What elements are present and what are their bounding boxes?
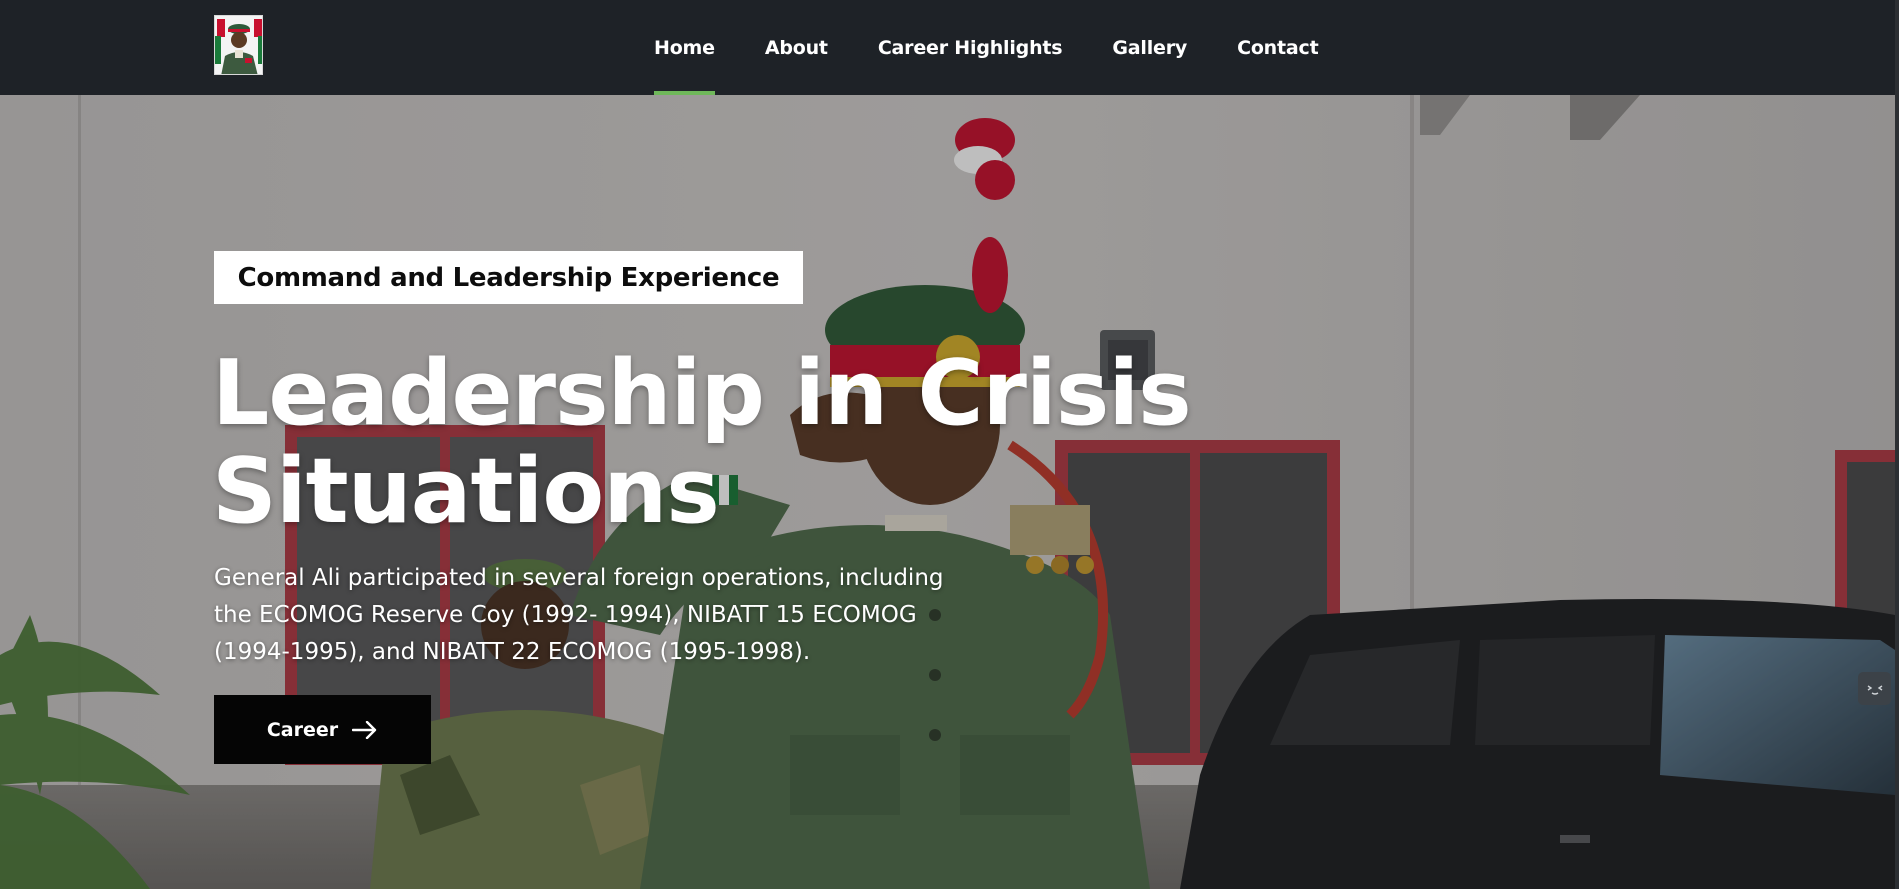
hero-tagline-box: Command and Leadership Experience [214,251,803,304]
chat-widget-icon[interactable] [1858,672,1891,705]
nav-about[interactable]: About [765,0,828,95]
top-navbar: Home About Career Highlights Gallery Con… [0,0,1899,95]
arrow-right-icon [352,720,377,739]
site-logo[interactable] [214,15,263,75]
career-button-label: Career [266,718,339,741]
nav-gallery[interactable]: Gallery [1112,0,1187,95]
scrollbar[interactable] [1895,0,1899,889]
nav-home[interactable]: Home [654,0,715,95]
hero-title: Leadership in Crisis Situations [212,345,1312,541]
nav-career-highlights[interactable]: Career Highlights [878,0,1063,95]
general-portrait-icon [215,16,262,74]
hero-title-line-2: Situations [212,439,720,544]
chat-face-icon [1867,684,1882,695]
main-nav: Home About Career Highlights Gallery Con… [654,0,1319,95]
hero-title-line-1: Leadership in Crisis [212,341,1192,446]
hero-description: General Ali participated in several fore… [214,565,944,665]
nav-contact[interactable]: Contact [1237,0,1319,95]
hero-section: Command and Leadership Experience Leader… [0,95,1895,889]
hero-tagline: Command and Leadership Experience [237,262,780,293]
career-button[interactable]: Career [214,695,431,764]
